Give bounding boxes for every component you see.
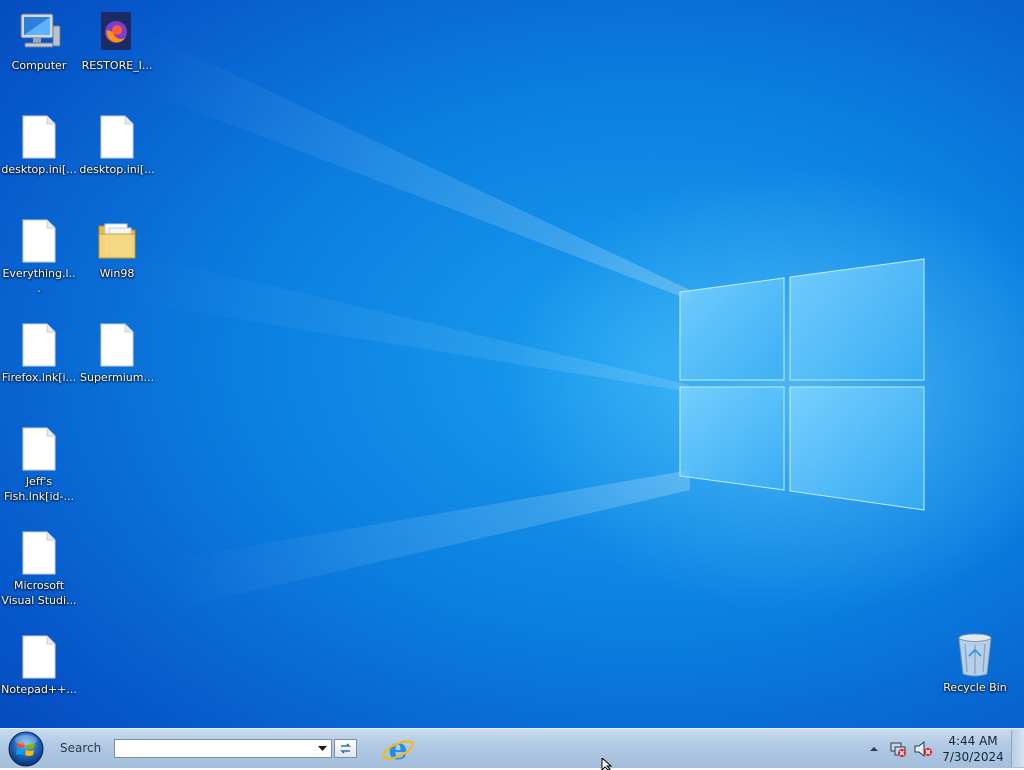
volume-muted-icon[interactable]: [913, 740, 933, 758]
recycle-bin-icon: [958, 633, 992, 677]
desktop-icon-jeffs-fish[interactable]: Jeff's Fish.lnk[id-...: [0, 424, 78, 504]
clock[interactable]: 4:44 AM 7/30/2024: [940, 733, 1006, 765]
desktop-icon-everything[interactable]: Everything.l...: [0, 216, 78, 296]
internet-explorer-taskbar-button[interactable]: e: [380, 732, 416, 766]
mouse-cursor-icon: [601, 758, 613, 770]
clock-time: 4:44 AM: [948, 734, 998, 748]
show-desktop-button[interactable]: [1011, 730, 1024, 767]
desktop-icon-visual-studio[interactable]: Microsoft Visual Studi...: [0, 528, 78, 608]
desktop-icon-win98[interactable]: Win98: [78, 216, 156, 281]
file-icon: [22, 531, 56, 575]
network-icon[interactable]: [889, 740, 907, 758]
desktop-icon-supermium[interactable]: Supermium...: [78, 320, 156, 385]
file-icon: [100, 323, 134, 367]
desktop-icon-firefox-lnk[interactable]: Firefox.lnk[i...: [0, 320, 78, 385]
clock-date: 7/30/2024: [942, 750, 1004, 764]
search-dropdown-button[interactable]: [314, 740, 331, 757]
folder-icon: [98, 223, 136, 259]
computer-icon: [20, 13, 61, 48]
firefox-icon: [101, 12, 131, 50]
file-icon: [22, 635, 56, 679]
chevron-down-icon: [318, 745, 327, 751]
search-label: Search: [60, 741, 102, 755]
taskbar: Search e 4:44 AM 7/30/2024: [0, 728, 1024, 768]
internet-explorer-icon: e: [382, 732, 414, 766]
desktop-icon-desktop-ini-1[interactable]: desktop.ini[...: [0, 112, 78, 177]
show-hidden-icons-button[interactable]: [868, 743, 880, 755]
search-input[interactable]: [114, 739, 332, 758]
search-go-button[interactable]: [334, 739, 357, 758]
go-arrows-icon: [340, 743, 351, 754]
start-button[interactable]: [7, 731, 45, 767]
file-icon: [22, 219, 56, 263]
desktop-icon-desktop-ini-2[interactable]: desktop.ini[...: [78, 112, 156, 177]
desktop-icon-computer[interactable]: Computer: [0, 8, 78, 73]
desktop-icon-restore[interactable]: RESTORE_I...: [78, 8, 156, 73]
windows-logo: [679, 258, 925, 511]
file-icon: [22, 427, 56, 471]
svg-text:e: e: [388, 732, 407, 766]
desktop[interactable]: Computer RESTORE_I... desktop.ini[... de…: [0, 0, 1024, 728]
file-icon: [22, 115, 56, 159]
desktop-icon-recycle-bin[interactable]: Recycle Bin: [936, 630, 1014, 695]
file-icon: [100, 115, 134, 159]
desktop-icon-notepad-plus-plus[interactable]: Notepad++...: [0, 632, 78, 697]
file-icon: [22, 323, 56, 367]
